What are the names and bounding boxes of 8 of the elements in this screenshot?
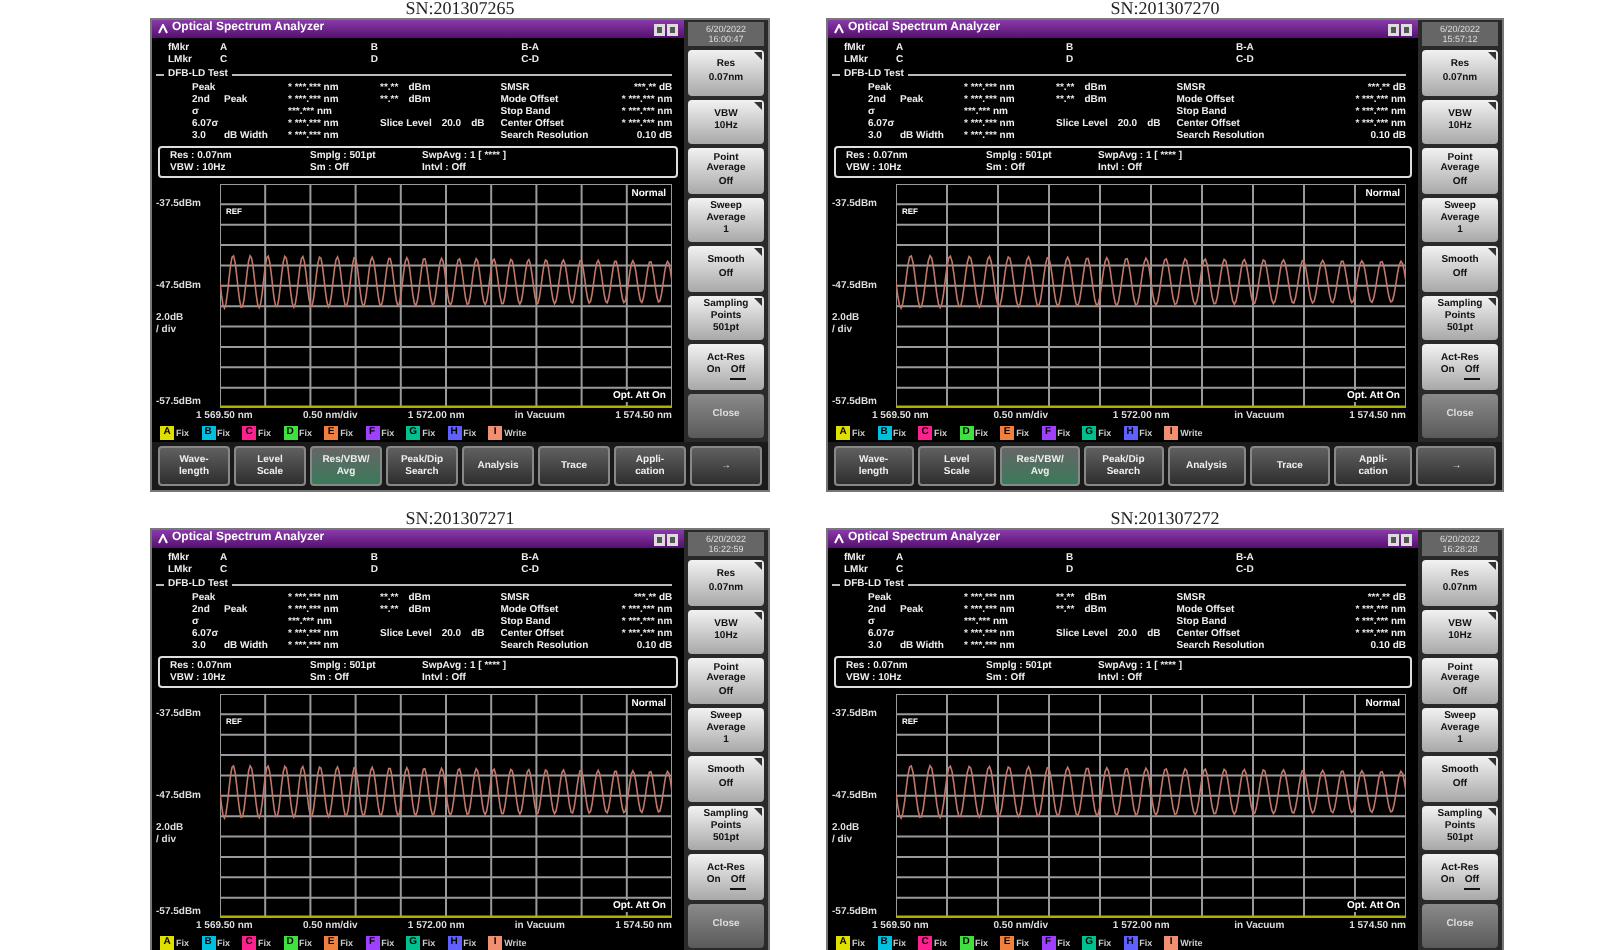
- window-buttons-icon[interactable]: [654, 23, 678, 35]
- window-buttons-icon[interactable]: [654, 533, 678, 545]
- window-buttons-icon[interactable]: [1388, 23, 1412, 35]
- serial-number: SN:201307265: [405, 0, 515, 18]
- window-buttons-icon[interactable]: [1388, 533, 1412, 545]
- serial-number: SN:201307270: [1110, 0, 1220, 18]
- serial-number: SN:201307272: [1110, 510, 1220, 528]
- serial-number: SN:201307271: [405, 510, 515, 528]
